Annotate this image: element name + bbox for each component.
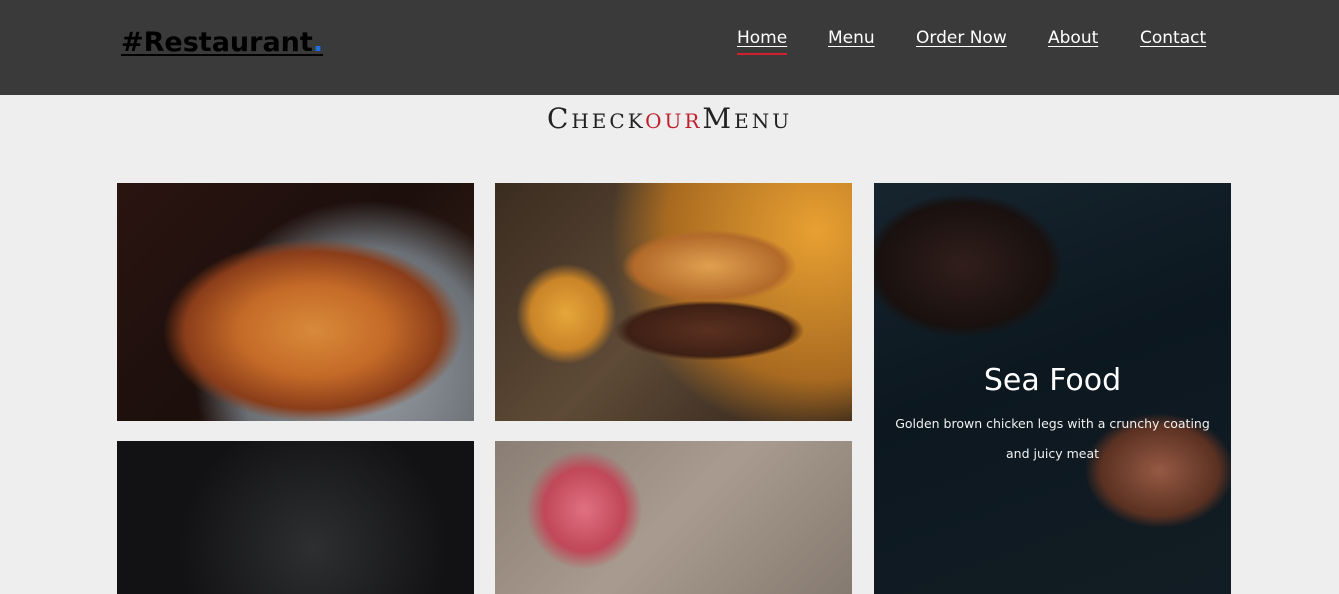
menu-card-pizza[interactable] (117, 183, 474, 421)
nav-order-now[interactable]: Order Now (916, 28, 1007, 48)
title-menu: Menu (702, 102, 793, 135)
menu-section-title: CheckourMenu (0, 102, 1339, 135)
menu-card-drinks[interactable] (495, 441, 852, 594)
site-header: #Restaurant. Home Menu Order Now About C… (0, 0, 1339, 95)
menu-card-sea-food[interactable]: Sea Food Golden brown chicken legs with … (874, 183, 1231, 594)
title-our: our (645, 102, 703, 135)
nav-menu[interactable]: Menu (828, 28, 875, 48)
menu-card-grill[interactable] (117, 441, 474, 594)
menu-card-burger[interactable] (495, 183, 852, 421)
card-description: Golden brown chicken legs with a crunchy… (895, 416, 1210, 461)
card-title: Sea Food (983, 363, 1122, 398)
nav-contact[interactable]: Contact (1140, 28, 1206, 48)
nav-home[interactable]: Home (737, 28, 788, 55)
main-nav: Home Menu Order Now About Contact (0, 28, 1339, 58)
nav-about[interactable]: About (1048, 28, 1098, 48)
title-check: Check (546, 102, 646, 135)
